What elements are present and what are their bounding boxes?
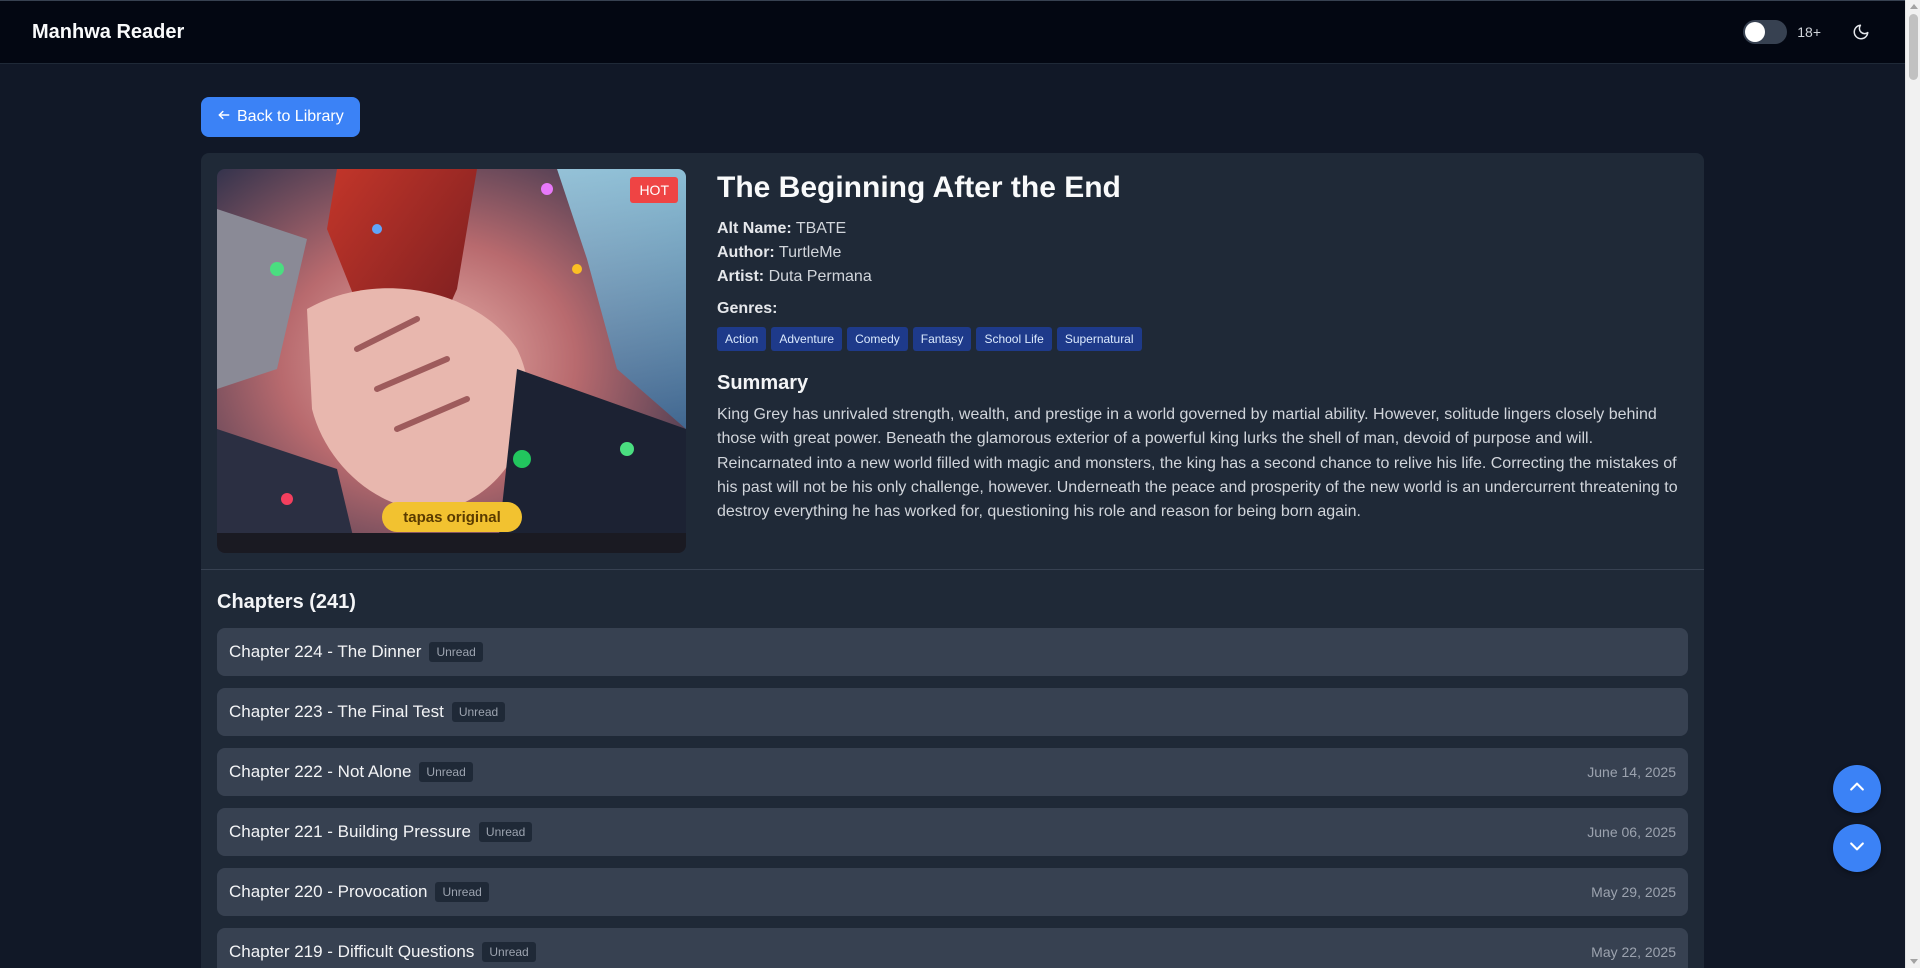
- chapter-date: May 29, 2025: [1591, 884, 1676, 900]
- age-filter-toggle[interactable]: [1743, 20, 1788, 44]
- back-to-library-button[interactable]: Back to Library: [201, 97, 360, 137]
- unread-badge: Unread: [451, 702, 506, 722]
- chapter-date: June 14, 2025: [1587, 764, 1676, 780]
- unread-badge: Unread: [478, 822, 533, 842]
- chapter-title: Chapter 223 - The Final Test: [229, 702, 444, 721]
- scroll-to-top-button[interactable]: [1833, 765, 1881, 813]
- chapters-heading: Chapters (241): [217, 591, 356, 613]
- manga-details: The Beginning After the End Alt Name: TB…: [717, 169, 1687, 524]
- genre-tag[interactable]: Action: [717, 327, 767, 351]
- alt-name-value: TBATE: [795, 220, 847, 237]
- author-value: TurtleMe: [778, 244, 842, 261]
- chapter-info: Chapter 220 - Provocation Unread: [229, 882, 489, 902]
- unread-badge: Unread: [435, 882, 489, 902]
- app-title[interactable]: Manhwa Reader: [32, 21, 184, 44]
- unread-badge: Unread: [429, 642, 483, 662]
- summary-heading: Summary: [717, 372, 809, 394]
- artist-label: Artist:: [717, 268, 765, 285]
- cover-text: tapas original: [403, 509, 501, 526]
- hot-badge: HOT: [630, 177, 678, 203]
- scrollbar-down-arrow[interactable]: [1910, 959, 1918, 964]
- chapter-row[interactable]: Chapter 219 - Difficult Questions Unread…: [217, 928, 1688, 968]
- genre-list: Action Adventure Comedy Fantasy School L…: [717, 327, 1687, 351]
- genre-tag[interactable]: Comedy: [847, 327, 908, 351]
- chapter-info: Chapter 224 - The Dinner Unread: [229, 642, 483, 662]
- chapter-date: June 06, 2025: [1587, 824, 1676, 840]
- alt-name-label: Alt Name:: [717, 220, 792, 237]
- chapter-row[interactable]: Chapter 222 - Not Alone Unread June 14, …: [217, 748, 1688, 796]
- page-scrollbar[interactable]: [1905, 0, 1920, 968]
- unread-badge: Unread: [419, 762, 473, 782]
- unread-badge: Unread: [482, 942, 536, 962]
- chevron-down-icon: [1847, 836, 1867, 861]
- chapter-row[interactable]: Chapter 221 - Building Pressure Unread J…: [217, 808, 1688, 856]
- top-navbar: Manhwa Reader 18+: [0, 0, 1905, 64]
- arrow-left-icon: [217, 108, 231, 127]
- chapter-row[interactable]: Chapter 224 - The Dinner Unread: [217, 628, 1688, 676]
- chapter-title: Chapter 220 - Provocation: [229, 882, 428, 901]
- genre-tag[interactable]: Supernatural: [1056, 327, 1142, 351]
- genre-tag[interactable]: School Life: [976, 327, 1052, 351]
- chapter-title: Chapter 222 - Not Alone: [229, 762, 412, 781]
- chevron-up-icon: [1847, 777, 1867, 802]
- header-actions: 18+: [1743, 20, 1873, 44]
- artist-value: Duta Permana: [768, 268, 872, 285]
- moon-icon[interactable]: [1849, 20, 1873, 44]
- author-label: Author:: [717, 244, 775, 261]
- chapter-title: Chapter 219 - Difficult Questions: [229, 942, 475, 961]
- toggle-knob: [1745, 22, 1766, 42]
- chapters-section: Chapters (241) Chapter 224 - The Dinner …: [201, 570, 1704, 968]
- chapter-info: Chapter 221 - Building Pressure Unread: [229, 822, 533, 842]
- chapter-info: Chapter 222 - Not Alone Unread: [229, 762, 473, 782]
- manga-info-section: tapas original HOT The Beginning After t…: [201, 153, 1704, 570]
- chapter-info: Chapter 223 - The Final Test Unread: [229, 702, 506, 722]
- genres-label: Genres:: [717, 300, 778, 317]
- chapter-info: Chapter 219 - Difficult Questions Unread: [229, 942, 536, 962]
- scrollbar-up-arrow[interactable]: [1910, 4, 1918, 9]
- alt-name-row: Alt Name: TBATE: [717, 217, 1687, 241]
- scrollbar-thumb[interactable]: [1909, 14, 1918, 80]
- summary-text: King Grey has unrivaled strength, wealth…: [717, 406, 1678, 521]
- chapter-title: Chapter 224 - The Dinner: [229, 642, 422, 661]
- chapter-row[interactable]: Chapter 223 - The Final Test Unread: [217, 688, 1688, 736]
- manga-title: The Beginning After the End: [717, 171, 1121, 204]
- artist-row: Artist: Duta Permana: [717, 265, 1687, 289]
- manga-detail-card: tapas original HOT The Beginning After t…: [201, 153, 1704, 968]
- back-button-label: Back to Library: [237, 108, 344, 125]
- scroll-to-bottom-button[interactable]: [1833, 824, 1881, 872]
- genre-tag[interactable]: Adventure: [771, 327, 843, 351]
- author-row: Author: TurtleMe: [717, 241, 1687, 265]
- cover-image: tapas original HOT: [217, 169, 686, 553]
- age-filter-label: 18+: [1797, 24, 1821, 40]
- genre-tag[interactable]: Fantasy: [912, 327, 972, 351]
- chapter-row[interactable]: Chapter 220 - Provocation Unread May 29,…: [217, 868, 1688, 916]
- chapter-date: May 22, 2025: [1591, 944, 1676, 960]
- chapter-title: Chapter 221 - Building Pressure: [229, 822, 471, 841]
